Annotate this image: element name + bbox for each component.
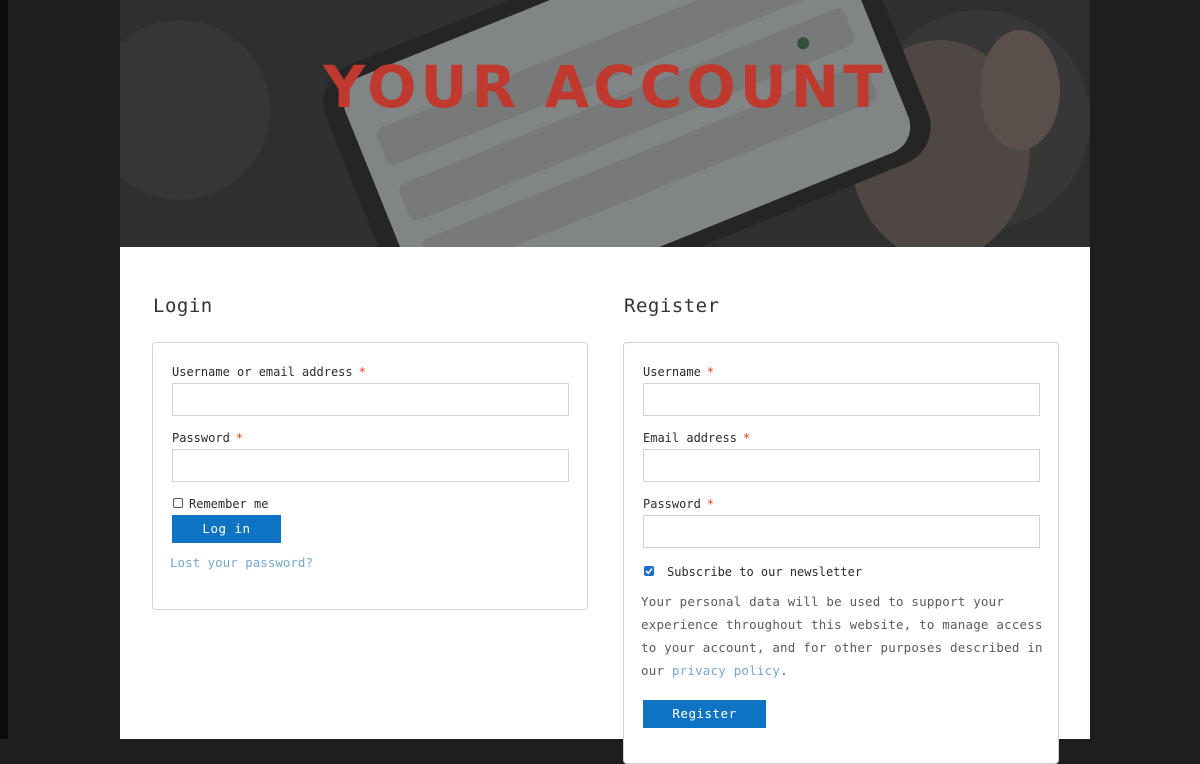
register-password-label-text: Password [643, 497, 701, 511]
account-content: Login Username or email address * Passwor… [120, 247, 1090, 764]
remember-me-label: Remember me [189, 497, 269, 511]
checkmark-icon [645, 568, 653, 575]
hero-phone-image [120, 0, 1090, 247]
login-password-label: Password * [172, 431, 243, 445]
required-mark: * [742, 431, 751, 445]
login-button[interactable]: Log in [172, 515, 281, 543]
required-mark: * [706, 365, 715, 379]
privacy-text-end: . [780, 663, 788, 678]
privacy-notice: Your personal data will be used to suppo… [641, 590, 1046, 682]
login-password-label-text: Password [172, 431, 230, 445]
login-password-input[interactable] [172, 449, 569, 482]
page-title: YOUR ACCOUNT [323, 53, 887, 121]
register-email-input[interactable] [643, 449, 1040, 482]
login-username-label: Username or email address * [172, 365, 366, 379]
register-username-label-text: Username [643, 365, 701, 379]
lost-password-link[interactable]: Lost your password? [170, 555, 313, 570]
login-form: Username or email address * Password * Rem… [152, 342, 588, 610]
register-button[interactable]: Register [643, 700, 766, 728]
register-username-input[interactable] [643, 383, 1040, 416]
hero-banner: YOUR ACCOUNT [120, 0, 1090, 247]
privacy-policy-link[interactable]: privacy policy [672, 663, 780, 678]
register-email-label-text: Email address [643, 431, 737, 445]
required-mark: * [358, 365, 366, 379]
newsletter-label: Subscribe to our newsletter [667, 565, 863, 579]
page-edge [0, 0, 8, 739]
login-username-label-text: Username or email address [172, 365, 353, 379]
register-email-label: Email address * [643, 431, 750, 445]
newsletter-checkbox[interactable] [644, 566, 654, 576]
register-form: Username * Email address * Password * Subsc… [623, 342, 1059, 764]
remember-me-checkbox[interactable] [173, 498, 183, 508]
login-heading: Login [153, 295, 213, 317]
required-mark: * [706, 497, 715, 511]
register-username-label: Username * [643, 365, 714, 379]
required-mark: * [235, 431, 244, 445]
register-password-label: Password * [643, 497, 714, 511]
login-username-input[interactable] [172, 383, 569, 416]
register-heading: Register [624, 295, 720, 317]
register-password-input[interactable] [643, 515, 1040, 548]
